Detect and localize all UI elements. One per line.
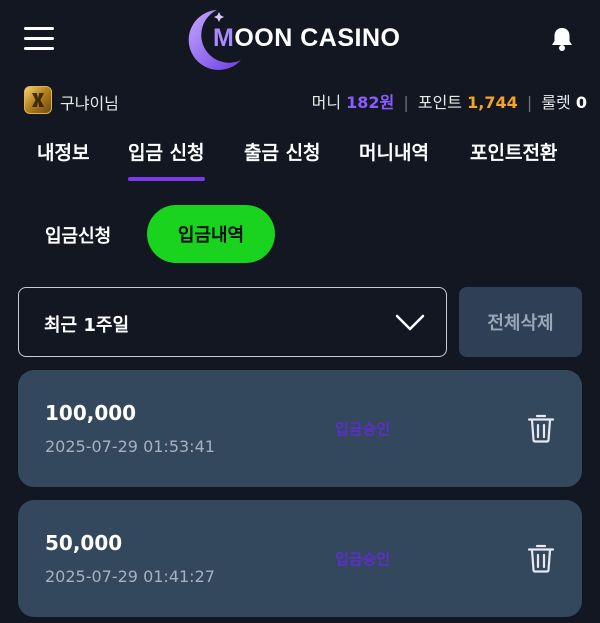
roulette-value: 0 (575, 93, 587, 112)
record-status: 입금승인 (335, 550, 391, 568)
logo-text: MOON CASINO (213, 24, 401, 52)
balance-summary: 머니 182원 | 포인트 1,744 | 룰렛 0 (312, 89, 587, 113)
deposit-subtabs: 입금신청 입금내역 (0, 204, 600, 264)
subtab-deposit-history[interactable]: 입금내역 (147, 205, 275, 263)
subtab-deposit-request[interactable]: 입금신청 (45, 222, 111, 248)
point-value: 1,744 (467, 93, 518, 112)
record-amount: 50,000 (45, 531, 123, 555)
period-select-value: 최근 1주일 (44, 315, 130, 336)
username: 구냐이님 (60, 94, 119, 113)
moon-casino-logo[interactable]: MOON CASINO (183, 6, 423, 72)
trash-icon[interactable] (527, 543, 555, 573)
account-tabs: 내정보 입금 신청 출금 신청 머니내역 포인트전환 (0, 130, 600, 182)
money-value: 182원 (346, 93, 395, 112)
bell-icon[interactable] (550, 26, 574, 52)
tab-point-exchange[interactable]: 포인트전환 (470, 138, 557, 165)
record-amount: 100,000 (45, 401, 137, 425)
tab-deposit-request[interactable]: 입금 신청 (128, 138, 205, 181)
trash-icon[interactable] (527, 413, 555, 443)
top-header: MOON CASINO (0, 0, 600, 80)
deposit-record: 100,000 2025-07-29 01:53:41 입금승인 (18, 370, 582, 487)
tab-my-info[interactable]: 내정보 (37, 138, 89, 165)
divider: | (526, 93, 533, 112)
user-info-bar: 구냐이님 머니 182원 | 포인트 1,744 | 룰렛 0 (0, 84, 600, 116)
record-time: 2025-07-29 01:53:41 (45, 437, 215, 456)
tab-money-history[interactable]: 머니내역 (359, 138, 429, 165)
record-time: 2025-07-29 01:41:27 (45, 567, 215, 586)
hamburger-icon[interactable] (24, 27, 54, 51)
record-status: 입금승인 (335, 420, 391, 438)
point-label: 포인트 (417, 93, 463, 112)
tab-withdraw-request[interactable]: 출금 신청 (244, 138, 321, 165)
user-level-avatar (24, 86, 52, 114)
divider: | (403, 93, 409, 112)
delete-all-button[interactable]: 전체삭제 (459, 287, 582, 357)
money-label: 머니 (311, 93, 342, 112)
roulette-label: 룰렛 (541, 93, 571, 112)
deposit-record: 50,000 2025-07-29 01:41:27 입금승인 (18, 500, 582, 617)
chevron-down-icon (395, 314, 425, 331)
period-select[interactable]: 최근 1주일 (18, 287, 447, 357)
